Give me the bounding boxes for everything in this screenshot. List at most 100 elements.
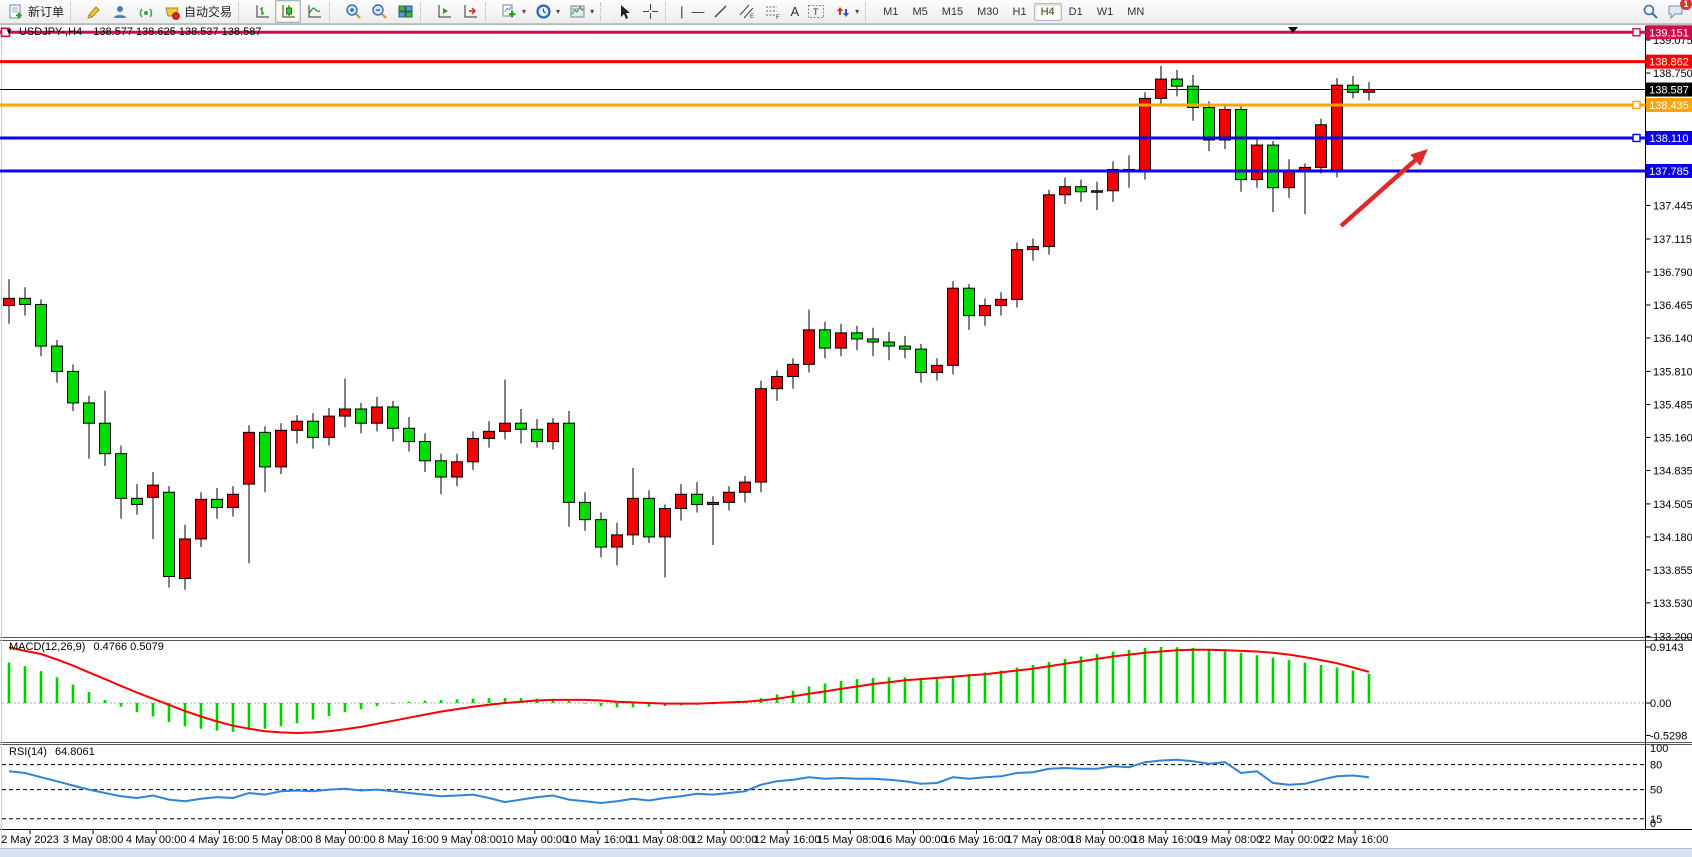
dropdown-arrow-icon[interactable] <box>556 7 560 16</box>
signal-button[interactable] <box>133 0 159 23</box>
candle <box>244 432 255 484</box>
cursor-button[interactable] <box>611 0 637 23</box>
line-anchor-handle[interactable] <box>1633 29 1640 36</box>
svg-text:16 May 00:00: 16 May 00:00 <box>880 834 947 846</box>
candlestick-chart-button[interactable] <box>275 0 301 23</box>
timeframe-m30[interactable]: M30 <box>970 3 1005 21</box>
periods-button[interactable] <box>530 0 564 23</box>
dropdown-arrow-icon[interactable] <box>522 7 526 16</box>
text-icon: A <box>790 4 799 19</box>
toolbar-separator <box>485 3 494 21</box>
candle <box>660 508 671 536</box>
toolbar-separator <box>70 3 79 21</box>
line-chart-button[interactable] <box>301 0 327 23</box>
candle <box>452 462 463 477</box>
svg-text:2 May 2023: 2 May 2023 <box>1 834 58 846</box>
candlesticks <box>4 66 1375 590</box>
text-label-button[interactable]: T <box>803 0 829 23</box>
hline-objects[interactable] <box>0 27 1692 171</box>
window-bottom-strip <box>0 848 1692 857</box>
auto-trading-icon <box>163 3 181 21</box>
candle <box>596 520 607 547</box>
cursor-icon <box>615 3 633 21</box>
fibonacci-icon: F <box>764 3 782 21</box>
vertical-line-button[interactable]: | <box>676 0 687 23</box>
svg-text:F: F <box>776 15 780 20</box>
candle <box>916 349 927 372</box>
chart-shift-icon <box>461 3 479 21</box>
candle <box>1348 85 1359 92</box>
line-anchor-handle[interactable] <box>1633 134 1640 141</box>
bar-chart-button[interactable] <box>249 0 275 23</box>
svg-text:135.485: 135.485 <box>1653 399 1692 411</box>
svg-text:22 May 00:00: 22 May 00:00 <box>1259 834 1326 846</box>
annotation-arrow[interactable] <box>1341 149 1428 226</box>
svg-text:138.587: 138.587 <box>1649 85 1689 97</box>
timeframe-h1[interactable]: H1 <box>1006 3 1034 21</box>
svg-text:0: 0 <box>1650 818 1656 830</box>
line-anchor-handle[interactable] <box>1633 101 1640 108</box>
macd-values: 0.4766 0.5079 <box>93 641 163 653</box>
horizontal-line-button[interactable]: — <box>687 0 708 23</box>
zoom-out-button[interactable] <box>366 0 392 23</box>
toolbar: 新订单 自动交易 <box>0 0 1692 24</box>
chart-canvas[interactable]: 139.075138.750137.445137.115136.790136.4… <box>0 0 1692 857</box>
candle <box>852 333 863 339</box>
arrows-icon <box>833 3 851 21</box>
equidistant-channel-icon: E <box>738 3 756 21</box>
timeframe-h4[interactable]: H4 <box>1034 3 1062 21</box>
candle <box>164 492 175 576</box>
auto-scroll-button[interactable] <box>431 0 457 23</box>
svg-text:139.151: 139.151 <box>1649 27 1689 39</box>
svg-text:16 May 16:00: 16 May 16:00 <box>943 834 1010 846</box>
toolbar-separator <box>329 3 338 21</box>
svg-text:137.445: 137.445 <box>1653 200 1692 212</box>
clock-icon <box>534 3 552 21</box>
new-order-button[interactable]: 新订单 <box>3 0 68 23</box>
text-button[interactable]: A <box>786 0 803 23</box>
fibonacci-button[interactable]: F <box>760 0 786 23</box>
chat-button[interactable]: 1 <box>1663 0 1689 23</box>
candle <box>436 461 447 477</box>
candle <box>948 288 959 365</box>
candle <box>100 423 111 453</box>
chart-title: USDJPY-,H4 <box>19 26 82 38</box>
svg-text:133.530: 133.530 <box>1653 598 1692 610</box>
candle <box>420 441 431 460</box>
candle <box>692 494 703 504</box>
candle <box>532 429 543 441</box>
crosshair-button[interactable] <box>637 0 663 23</box>
toolbar-separator <box>238 3 247 21</box>
timeframe-m5[interactable]: M5 <box>905 3 934 21</box>
timeframe-mn[interactable]: MN <box>1120 3 1151 21</box>
timeframe-m15[interactable]: M15 <box>935 3 970 21</box>
candle <box>1252 145 1263 180</box>
svg-text:18 May 16:00: 18 May 16:00 <box>1132 834 1199 846</box>
timeframe-m1[interactable]: M1 <box>876 3 905 21</box>
candle <box>52 346 63 371</box>
trendline-button[interactable] <box>708 0 734 23</box>
svg-text:12 May 16:00: 12 May 16:00 <box>754 834 821 846</box>
candle <box>772 377 783 389</box>
svg-text:8 May 00:00: 8 May 00:00 <box>315 834 376 846</box>
dropdown-arrow-icon[interactable] <box>855 7 859 16</box>
templates-button[interactable] <box>564 0 598 23</box>
zoom-in-button[interactable] <box>340 0 366 23</box>
candle <box>548 423 559 441</box>
svg-text:80: 80 <box>1650 760 1662 772</box>
candle <box>500 423 511 431</box>
styles-button[interactable] <box>81 0 107 23</box>
dropdown-arrow-icon[interactable] <box>590 7 594 16</box>
candle <box>964 288 975 315</box>
chart-shift-button[interactable] <box>457 0 483 23</box>
timeframe-w1[interactable]: W1 <box>1090 3 1121 21</box>
arrows-button[interactable] <box>829 0 863 23</box>
timeframe-d1[interactable]: D1 <box>1062 3 1090 21</box>
search-button[interactable] <box>1637 0 1663 23</box>
indicators-button[interactable] <box>496 0 530 23</box>
symbol-dropdown-icon[interactable] <box>5 27 13 36</box>
tile-windows-button[interactable] <box>392 0 418 23</box>
auto-trading-button[interactable]: 自动交易 <box>159 0 236 23</box>
channel-button[interactable]: E <box>734 0 760 23</box>
profile-button[interactable] <box>107 0 133 23</box>
